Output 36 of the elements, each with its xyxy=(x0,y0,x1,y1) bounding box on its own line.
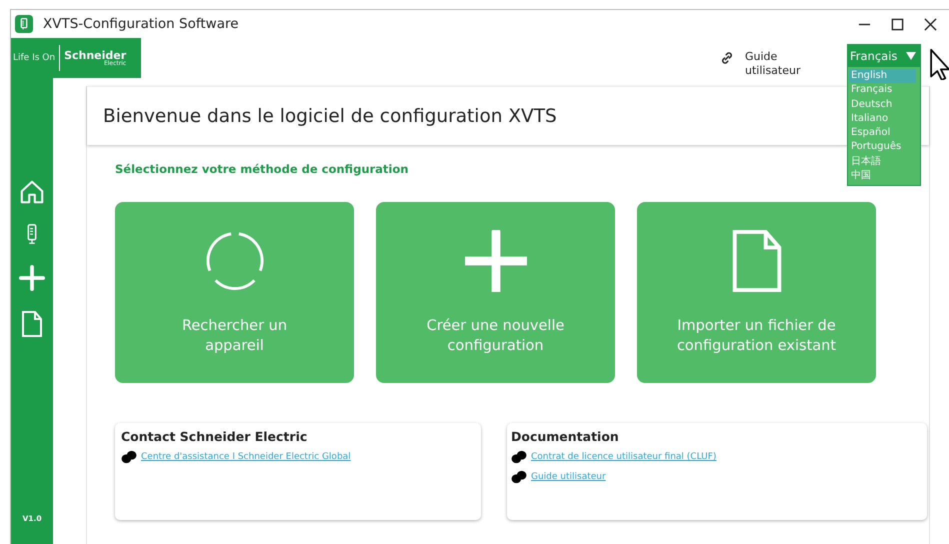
document-link[interactable]: Centre d'assistance I Schneider Electric Global xyxy=(141,452,351,462)
plus-icon[interactable] xyxy=(19,264,45,292)
chain-icon xyxy=(511,450,527,464)
link-icon xyxy=(719,50,735,66)
home-icon[interactable] xyxy=(19,178,45,206)
window-title: XVTS-Configuration Software xyxy=(43,16,239,32)
document-link[interactable]: Guide utilisateur xyxy=(531,472,606,482)
language-option[interactable]: 中国 xyxy=(849,169,916,184)
welcome-title: Bienvenue dans le logiciel de configuration XVTS xyxy=(103,106,557,126)
language-value: Français xyxy=(850,49,898,63)
language-option[interactable]: Deutsch xyxy=(849,98,916,112)
language-option[interactable]: Português xyxy=(849,140,916,155)
document-link[interactable]: Contrat de licence utilisateur final (CLUF) xyxy=(531,452,716,462)
language-option[interactable]: Español xyxy=(849,126,916,140)
option-tile[interactable]: Importer un fichier de configuration existant xyxy=(637,202,876,383)
language-dropdown[interactable]: Français English Français Deutsch Italiano Español Português 日本語 中国 xyxy=(847,44,921,186)
app-icon xyxy=(15,15,33,33)
option-tile[interactable]: Rechercher un appareil xyxy=(115,202,354,383)
guide-link[interactable]: Guide utilisateur xyxy=(719,38,809,79)
section-heading: Sélectionnez votre méthode de configuration xyxy=(115,162,408,176)
language-option[interactable]: English xyxy=(849,69,916,84)
file-icon[interactable] xyxy=(19,310,45,338)
card-title: Documentation xyxy=(511,429,620,444)
language-option[interactable]: Italiano xyxy=(849,112,916,126)
plus-icon xyxy=(464,230,526,292)
caret-icon xyxy=(906,52,916,60)
chain-icon xyxy=(511,470,527,484)
maximize-icon[interactable] xyxy=(891,18,904,30)
option-tile[interactable]: Créer une nouvelle configuration xyxy=(376,202,615,383)
device-icon[interactable] xyxy=(25,224,39,246)
card-title: Contact Schneider Electric xyxy=(121,429,308,444)
chain-icon xyxy=(121,450,137,464)
close-icon[interactable] xyxy=(924,18,937,30)
language-option[interactable]: Français xyxy=(849,83,916,98)
spinner-icon xyxy=(204,230,266,292)
language-option[interactable]: 日本語 xyxy=(849,154,916,170)
